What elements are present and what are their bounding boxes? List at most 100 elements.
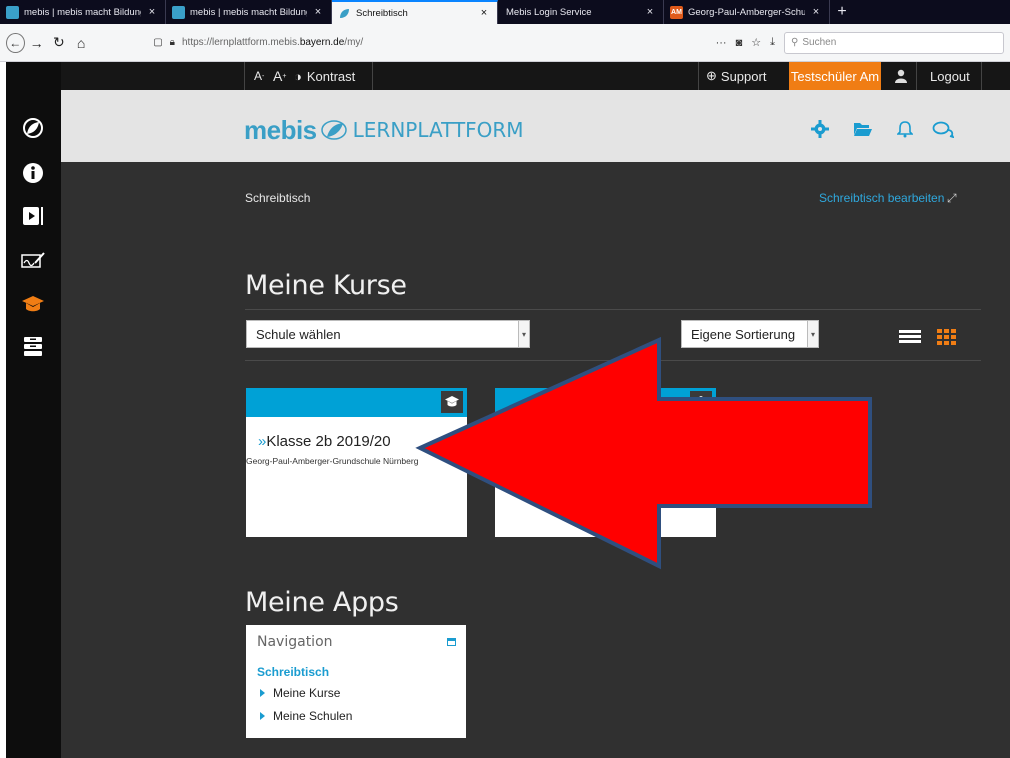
nav-item-label: Meine Kurse [273, 686, 341, 700]
school-select[interactable]: Schule wählen ▾ [246, 320, 530, 348]
divider [698, 62, 699, 90]
card-band [495, 388, 716, 417]
browser-toolbar: ← → ↻ ⌂ ▢ 🔒︎ https://lernplattform.mebis… [0, 24, 1010, 62]
graduation-cap-icon[interactable] [690, 391, 712, 413]
mebis-leaf-icon[interactable] [21, 116, 45, 140]
tab-title: mebis | mebis macht Bildung di [190, 6, 307, 18]
list-view-icon[interactable] [899, 330, 921, 344]
school-icon: AM [670, 5, 683, 19]
nav-home-link[interactable]: Schreibtisch [257, 665, 329, 679]
mebis-logo[interactable]: mebis LERNPLATTFORM [244, 115, 524, 145]
url-field[interactable]: ▢ 🔒︎ https://lernplattform.mebis.bayern.… [153, 31, 715, 55]
chat-icon[interactable] [932, 118, 954, 140]
mebis-icon [6, 5, 19, 19]
grid-view-icon[interactable] [937, 329, 956, 345]
close-tab-icon[interactable]: × [311, 6, 325, 18]
close-tab-icon[interactable]: × [477, 7, 491, 19]
edit-desk-link[interactable]: Schreibtisch bearbeiten [819, 191, 944, 205]
home-icon[interactable]: ⌂ [71, 32, 91, 54]
font-smaller-button[interactable]: A- [254, 62, 264, 90]
tab-title: mebis | mebis macht Bildung di [24, 6, 141, 18]
graduation-cap-icon[interactable] [441, 391, 463, 413]
new-tab-button[interactable]: + [830, 0, 854, 24]
browser-tabstrip: mebis | mebis macht Bildung di × mebis |… [0, 0, 1010, 24]
tab-title: Schreibtisch [356, 7, 408, 19]
top-bar: A- A + ◑ Kontrast ⊕ Support Testschüler A… [61, 62, 1010, 90]
shield-icon: ▢ [153, 37, 163, 48]
close-tab-icon[interactable]: × [145, 6, 159, 18]
course-subtitle: Georg-Paul-Amberger-Grundschule Nürnberg [246, 456, 467, 466]
apps-heading: Meine Apps [245, 587, 399, 618]
course-title[interactable]: »Klasse 2b 2019/20 [258, 433, 391, 450]
main-content: Schreibtisch Schreibtisch bearbeiten ⤢ M… [61, 162, 1010, 758]
support-button[interactable]: ⊕ Support [706, 62, 766, 90]
signature-icon[interactable] [21, 248, 45, 272]
user-menu-button[interactable]: Testschüler Am [789, 62, 881, 90]
back-icon[interactable]: ← [6, 32, 25, 53]
toolbar-right: ··· ◙ ☆ ⤓ ⚲ Suchen [716, 31, 1005, 54]
font-smaller-label: A [254, 69, 263, 83]
leaf-icon [320, 120, 347, 140]
mebis-icon [172, 5, 185, 19]
contrast-button[interactable]: ◑ Kontrast [294, 62, 355, 90]
sort-select[interactable]: Eigene Sortierung ▾ [681, 320, 819, 348]
font-larger-button[interactable]: A + [273, 62, 286, 90]
expand-icon[interactable]: ⤢ [947, 191, 957, 206]
search-input[interactable]: ⚲ Suchen [784, 31, 1005, 54]
graduation-cap-icon[interactable] [21, 292, 45, 316]
course-title-text: Klasse 2b 2019/20 [266, 433, 391, 450]
divider [916, 62, 917, 90]
bookmark-star-icon[interactable]: ☆ [751, 36, 761, 49]
divider [245, 360, 981, 361]
browser-tab[interactable]: Mebis Login Service × [498, 0, 664, 24]
contrast-label: Kontrast [306, 68, 356, 84]
nav-item-meine-schulen[interactable]: Meine Schulen [260, 709, 352, 723]
user-icon[interactable] [895, 62, 907, 90]
page-actions-icon[interactable]: ··· [716, 37, 727, 49]
info-icon[interactable] [21, 161, 45, 185]
sort-select-value: Eigene Sortierung [691, 326, 796, 342]
search-placeholder: Suchen [802, 37, 837, 48]
collapse-icon[interactable] [447, 638, 456, 646]
nav-item-meine-kurse[interactable]: Meine Kurse [260, 686, 340, 700]
chevron-down-icon: ▾ [807, 321, 818, 347]
divider [372, 62, 373, 90]
nav-item-label: Meine Schulen [273, 709, 353, 723]
navigation-block: Navigation Schreibtisch Meine Kurse Mein… [246, 625, 466, 738]
download-icon[interactable]: ⤓ [770, 36, 775, 49]
lock-icon: 🔒︎ [169, 37, 175, 48]
browser-tab[interactable]: AM Georg-Paul-Amberger-Schule × [664, 0, 830, 24]
gear-icon[interactable] [809, 118, 831, 140]
bell-icon[interactable] [894, 118, 916, 140]
close-tab-icon[interactable]: × [809, 6, 823, 18]
lifebuoy-icon: ⊕ [706, 68, 717, 83]
navigation-title: Navigation [257, 634, 333, 650]
folder-open-icon[interactable] [852, 118, 874, 140]
logout-button[interactable]: Logout [930, 62, 970, 90]
contrast-icon: ◑ [294, 68, 302, 84]
caret-right-icon [260, 689, 265, 697]
pocket-icon[interactable]: ◙ [736, 37, 743, 49]
url-text: https://lernplattform.mebis.bayern.de/my… [181, 37, 364, 48]
site-header: mebis LERNPLATTFORM [61, 90, 1010, 162]
course-school: Georg-Paul-Amberger-Grundschule Nürnberg [246, 456, 419, 466]
support-label: Support [720, 68, 767, 84]
breadcrumb[interactable]: Schreibtisch [245, 191, 310, 205]
browser-tab[interactable]: mebis | mebis macht Bildung di × [166, 0, 332, 24]
courses-heading: Meine Kurse [245, 270, 407, 301]
course-card[interactable]: »Klasse 2b 2019/20 Georg-Paul-Amberger-G… [246, 388, 467, 537]
tab-title: Georg-Paul-Amberger-Schule [688, 6, 805, 18]
caret-right-icon [260, 712, 265, 720]
brand-name: mebis [244, 114, 317, 145]
brand-suffix: LERNPLATTFORM [352, 118, 524, 142]
search-icon: ⚲ [791, 37, 799, 48]
media-icon[interactable] [21, 204, 45, 228]
close-tab-icon[interactable]: × [643, 6, 657, 18]
font-larger-label: A [273, 68, 283, 84]
reload-icon[interactable]: ↻ [49, 32, 69, 54]
forward-icon[interactable]: → [27, 32, 47, 54]
archive-icon[interactable] [21, 334, 45, 358]
browser-tab[interactable]: mebis | mebis macht Bildung di × [0, 0, 166, 24]
browser-tab-active[interactable]: Schreibtisch × [332, 0, 498, 24]
course-card[interactable] [495, 388, 716, 537]
